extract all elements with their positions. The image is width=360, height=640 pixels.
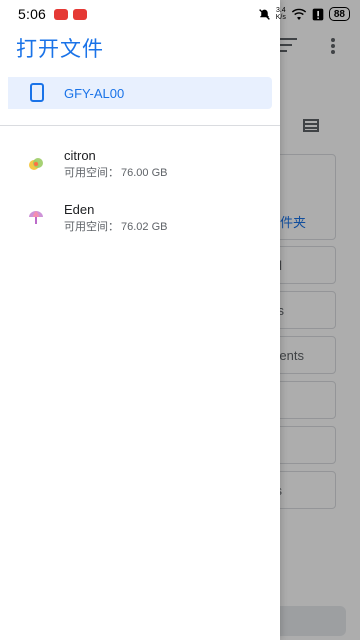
wifi-icon <box>291 8 307 20</box>
citron-app-icon <box>29 158 43 170</box>
alert-icon <box>312 8 324 20</box>
status-bar: 5:06 3.4 K/s 88 <box>0 0 360 28</box>
app-free-space: 可用空间： 76.02 GB <box>64 218 167 234</box>
drawer-title: 打开文件 <box>16 38 104 61</box>
app-name: citron <box>64 148 96 163</box>
network-speed-value: 3.4 <box>275 7 286 14</box>
eden-app-icon <box>29 211 43 224</box>
open-file-drawer: 打开文件 GFY-AL00 citron 可用空间： 76.00 GB Eden … <box>0 0 280 640</box>
phone-icon <box>30 83 44 102</box>
battery-indicator: 88 <box>328 7 350 21</box>
free-space-label: 可用空间： <box>64 167 119 179</box>
app-free-space: 可用空间： 76.00 GB <box>64 164 167 180</box>
bell-off-icon <box>258 8 270 20</box>
app-name: Eden <box>64 202 95 217</box>
device-label: GFY-AL00 <box>64 86 125 101</box>
status-time: 5:06 <box>18 6 47 22</box>
battery-level: 88 <box>333 8 345 20</box>
device-root-item[interactable]: GFY-AL00 <box>8 77 272 109</box>
notification-app-icon <box>54 8 69 20</box>
free-space-value: 76.02 GB <box>121 221 168 233</box>
app-item-citron[interactable]: citron 可用空间： 76.00 GB <box>0 148 280 188</box>
network-speed-unit: K/s <box>275 14 286 21</box>
free-space-value: 76.00 GB <box>121 167 168 179</box>
notification-app-icon <box>73 8 88 20</box>
network-speed: 3.4 K/s <box>276 7 286 21</box>
free-space-label: 可用空间： <box>64 221 119 233</box>
drawer-divider <box>0 125 280 126</box>
app-item-eden[interactable]: Eden 可用空间： 76.02 GB <box>0 202 280 242</box>
